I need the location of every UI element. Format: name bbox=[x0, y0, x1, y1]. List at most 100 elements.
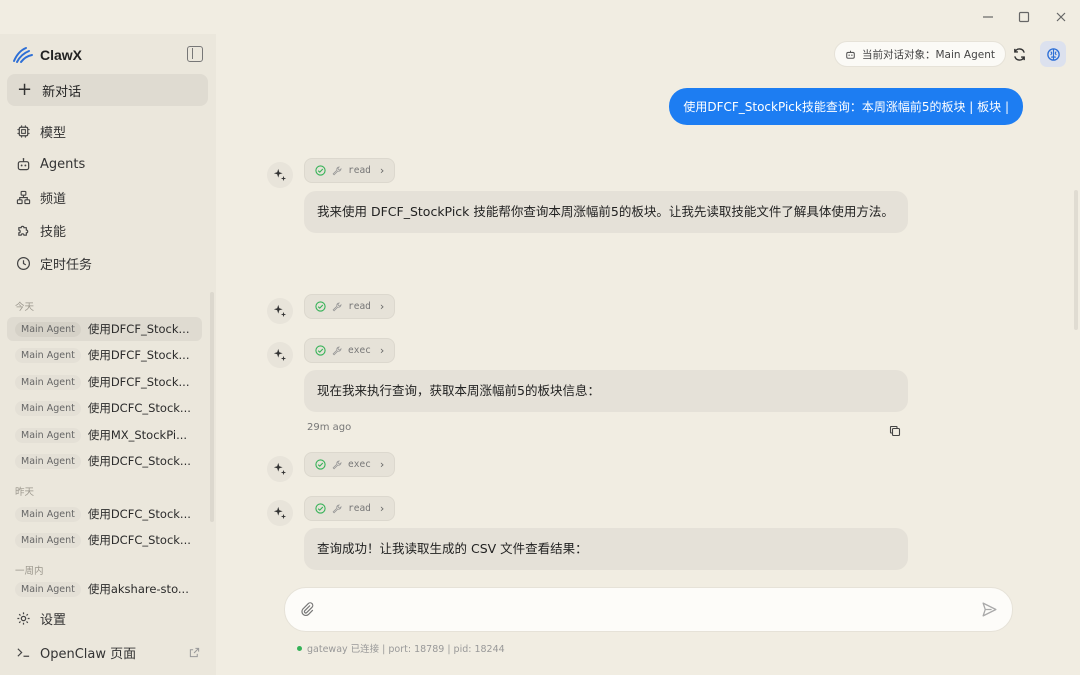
chevron-right-icon: › bbox=[379, 164, 385, 177]
send-icon[interactable] bbox=[981, 601, 998, 618]
minimize-icon bbox=[983, 16, 993, 18]
history-item[interactable]: Main Agent 使用DCFC_Stock... bbox=[7, 502, 202, 526]
history-item[interactable]: Main Agent 使用MX_StockPi... bbox=[7, 423, 202, 447]
tool-call-chip[interactable]: exec › bbox=[304, 338, 396, 363]
sidebar-scrollbar[interactable] bbox=[210, 292, 214, 522]
copy-icon bbox=[889, 425, 901, 437]
nav-item-skills[interactable]: 技能 bbox=[7, 215, 208, 245]
history-title: 使用MX_StockPi... bbox=[87, 428, 188, 442]
nav-label: 定时任务 bbox=[40, 257, 93, 273]
tool-call-chip[interactable]: read › bbox=[304, 158, 396, 183]
new-chat-button[interactable]: + 新对话 bbox=[7, 74, 208, 106]
maximize-icon bbox=[1018, 11, 1030, 23]
agent-badge: Main Agent bbox=[15, 532, 81, 548]
robot-icon bbox=[17, 157, 30, 170]
agent-badge: Main Agent bbox=[15, 581, 81, 597]
sparkle-icon bbox=[273, 506, 287, 520]
nav-label: 技能 bbox=[40, 224, 67, 240]
status-dot bbox=[297, 645, 302, 651]
close-window-button[interactable] bbox=[1048, 5, 1074, 29]
history-item[interactable]: Main Agent 使用DCFC_Stock... bbox=[7, 396, 202, 420]
tool-call-chip[interactable]: read › bbox=[304, 496, 396, 521]
chat-main: 当前对话对象：Main Agent 使用DFCF_StockPick技能查询：本… bbox=[216, 34, 1080, 675]
nav-item-agents[interactable]: Agents bbox=[7, 149, 208, 179]
message-input[interactable] bbox=[325, 596, 965, 624]
assistant-message: 我来使用 DFCF_StockPick 技能帮你查询本周涨幅前5的板块。让我先读… bbox=[304, 191, 908, 233]
clock-icon bbox=[16, 256, 31, 270]
nav-item-settings[interactable]: 设置 bbox=[7, 603, 208, 633]
nav-item-models[interactable]: 模型 bbox=[7, 116, 208, 146]
brand-name: ClawX bbox=[40, 47, 83, 63]
history-item[interactable]: Main Agent 使用DCFC_Stock... bbox=[7, 528, 202, 552]
nav-label: 设置 bbox=[40, 612, 67, 628]
plus-icon: + bbox=[17, 79, 33, 100]
history-item[interactable]: Main Agent 使用akshare-sto... bbox=[7, 580, 202, 598]
check-circle-icon bbox=[315, 301, 326, 312]
close-icon bbox=[1056, 12, 1066, 22]
section-yesterday: 昨天 bbox=[15, 487, 35, 498]
tool-call-chip[interactable]: read › bbox=[304, 294, 396, 319]
claw-logo-icon bbox=[13, 47, 33, 63]
assistant-message-text: 查询成功！让我读取生成的 CSV 文件查看结果： bbox=[317, 541, 588, 556]
sidebar: ClawX + 新对话 模型 Agents 频道 技能 定时任务 今天 Main… bbox=[0, 34, 216, 675]
wrench-icon bbox=[332, 504, 342, 513]
thinking-toggle-button[interactable] bbox=[1040, 41, 1066, 67]
history-title: 使用DCFC_Stock... bbox=[87, 454, 191, 468]
chat-scrollbar[interactable] bbox=[1074, 190, 1078, 330]
copy-button[interactable] bbox=[889, 422, 903, 437]
minimize-button[interactable] bbox=[975, 5, 1001, 29]
agent-target-pill[interactable]: 当前对话对象：Main Agent bbox=[834, 41, 1006, 67]
history-title: 使用DFCF_Stock... bbox=[87, 348, 190, 362]
nav-label: 模型 bbox=[40, 125, 67, 141]
assistant-avatar bbox=[267, 456, 293, 482]
history-title: 使用DFCF_Stock... bbox=[87, 322, 190, 336]
nav-item-channels[interactable]: 频道 bbox=[7, 182, 208, 212]
user-message-text: 使用DFCF_StockPick技能查询：本周涨幅前5的板块 | 板块 | bbox=[683, 100, 1009, 114]
agent-target-label: 当前对话对象：Main Agent bbox=[862, 48, 995, 61]
new-chat-label: 新对话 bbox=[42, 84, 82, 100]
history-title: 使用DCFC_Stock... bbox=[87, 401, 191, 415]
history-title: 使用DCFC_Stock... bbox=[87, 507, 191, 521]
robot-icon bbox=[846, 50, 855, 59]
message-composer bbox=[284, 587, 1013, 632]
refresh-icon bbox=[1013, 47, 1025, 61]
refresh-button[interactable] bbox=[1006, 41, 1032, 67]
agent-badge: Main Agent bbox=[15, 321, 81, 337]
nav-label: Agents bbox=[40, 156, 86, 172]
agent-badge: Main Agent bbox=[15, 374, 81, 390]
nav-item-openclaw[interactable]: OpenClaw 页面 bbox=[7, 637, 208, 667]
sparkle-icon bbox=[273, 462, 287, 476]
assistant-avatar bbox=[267, 500, 293, 526]
terminal-icon bbox=[17, 647, 30, 657]
tool-name: read bbox=[348, 165, 371, 176]
history-item[interactable]: Main Agent 使用DFCF_Stock... bbox=[7, 343, 202, 367]
wrench-icon bbox=[332, 166, 342, 175]
nav-item-scheduled-tasks[interactable]: 定时任务 bbox=[7, 248, 208, 278]
agent-badge: Main Agent bbox=[15, 506, 81, 522]
agent-badge: Main Agent bbox=[15, 453, 81, 469]
check-circle-icon bbox=[315, 503, 326, 514]
collapse-sidebar-button[interactable] bbox=[187, 46, 203, 62]
wrench-icon bbox=[332, 346, 342, 355]
tool-name: read bbox=[348, 301, 371, 312]
sparkle-icon bbox=[273, 168, 287, 182]
history-title: 使用akshare-sto... bbox=[87, 582, 189, 596]
user-message: 使用DFCF_StockPick技能查询：本周涨幅前5的板块 | 板块 | bbox=[669, 88, 1023, 125]
chip-icon bbox=[17, 124, 30, 138]
maximize-button[interactable] bbox=[1011, 5, 1037, 29]
assistant-avatar bbox=[267, 298, 293, 324]
gateway-status: gateway 已连接 | port: 18789 | pid: 18244 bbox=[297, 641, 505, 655]
assistant-message-text: 现在我来执行查询，获取本周涨幅前5的板块信息： bbox=[317, 383, 600, 398]
assistant-message: 查询成功！让我读取生成的 CSV 文件查看结果： bbox=[304, 528, 908, 570]
section-week: 一周内 bbox=[15, 566, 44, 577]
assistant-message-text: 我来使用 DFCF_StockPick 技能帮你查询本周涨幅前5的板块。让我先读… bbox=[317, 204, 894, 219]
chevron-right-icon: › bbox=[379, 502, 385, 515]
agent-badge: Main Agent bbox=[15, 427, 81, 443]
history-item[interactable]: Main Agent 使用DCFC_Stock... bbox=[7, 449, 202, 473]
paperclip-icon[interactable] bbox=[299, 601, 315, 617]
history-item[interactable]: Main Agent 使用DFCF_Stock... bbox=[7, 317, 202, 341]
history-item[interactable]: Main Agent 使用DFCF_Stock... bbox=[7, 370, 202, 394]
tool-name: exec bbox=[348, 345, 371, 356]
tool-call-chip[interactable]: exec › bbox=[304, 452, 396, 477]
brand: ClawX bbox=[12, 44, 82, 66]
